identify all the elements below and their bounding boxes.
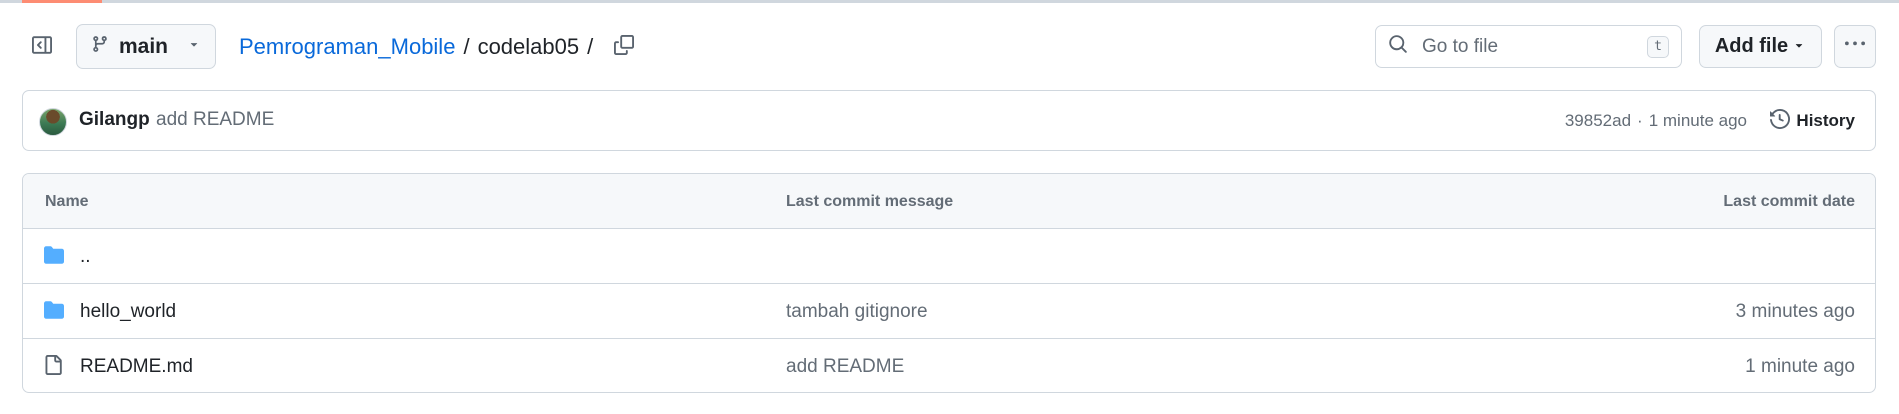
go-to-file-search[interactable]: t (1375, 25, 1682, 68)
file-navigation-header: main Pemrograman_Mobile / codelab05 / t … (0, 24, 1899, 70)
caret-down-icon (187, 37, 201, 56)
file-table: Name Last commit message Last commit dat… (22, 173, 1876, 393)
caret-down-icon (1792, 35, 1806, 58)
more-options-button[interactable] (1834, 25, 1876, 68)
active-tab-underline (22, 0, 102, 3)
row-name-link[interactable]: .. (80, 246, 91, 268)
table-row-parent-directory[interactable]: .. (23, 229, 1875, 284)
top-border (0, 0, 1899, 3)
commit-meta: 39852ad · 1 minute ago (1565, 111, 1747, 131)
history-icon (1770, 108, 1791, 134)
column-header-date: Last commit date (1723, 193, 1855, 210)
commit-time: 1 minute ago (1648, 111, 1747, 130)
table-row[interactable]: README.md add README 1 minute ago (23, 339, 1875, 392)
folder-icon (43, 245, 67, 267)
breadcrumb-current-folder: codelab05 (477, 34, 580, 59)
row-name-link[interactable]: hello_world (80, 301, 176, 323)
breadcrumb-separator: / (463, 34, 470, 59)
avatar[interactable] (39, 108, 67, 136)
table-row[interactable]: hello_world tambah gitignore 3 minutes a… (23, 284, 1875, 339)
folder-icon (43, 300, 67, 322)
breadcrumb: Pemrograman_Mobile / codelab05 / (239, 32, 593, 62)
column-header-name: Name (45, 193, 89, 210)
copy-icon (614, 34, 634, 60)
commit-hash-link[interactable]: 39852ad (1565, 111, 1631, 131)
copy-path-button[interactable] (608, 31, 640, 63)
latest-commit-bar: Gilangp add README 39852ad · 1 minute ag… (22, 90, 1876, 151)
commit-meta-separator: · (1637, 111, 1643, 130)
row-commit-message[interactable]: tambah gitignore (786, 301, 928, 323)
breadcrumb-repo-link[interactable]: Pemrograman_Mobile (239, 34, 455, 60)
add-file-button[interactable]: Add file (1699, 25, 1822, 68)
search-icon (1388, 34, 1408, 59)
history-label: History (1796, 111, 1855, 130)
add-file-label: Add file (1714, 35, 1789, 57)
commit-author-link[interactable]: Gilangp (79, 109, 150, 131)
file-icon (43, 355, 67, 377)
row-commit-date: 1 minute ago (1745, 356, 1855, 377)
kebab-horizontal-icon (1845, 34, 1865, 59)
history-button[interactable]: History (1770, 105, 1855, 137)
sidebar-expand-icon (32, 35, 52, 60)
breadcrumb-trailing-separator: / (587, 34, 594, 59)
expand-file-tree-button[interactable] (26, 33, 58, 61)
go-to-file-input[interactable] (1420, 34, 1636, 59)
column-header-message: Last commit message (786, 193, 954, 210)
row-name-link[interactable]: README.md (80, 356, 193, 378)
branch-name: main (119, 34, 169, 58)
git-branch-icon (91, 35, 109, 58)
search-shortcut-key: t (1647, 35, 1669, 58)
branch-selector-button[interactable]: main (76, 24, 216, 69)
table-header: Name Last commit message Last commit dat… (23, 174, 1875, 229)
row-commit-date: 3 minutes ago (1735, 301, 1855, 322)
commit-message-link[interactable]: add README (156, 109, 274, 131)
row-commit-message[interactable]: add README (786, 356, 904, 378)
